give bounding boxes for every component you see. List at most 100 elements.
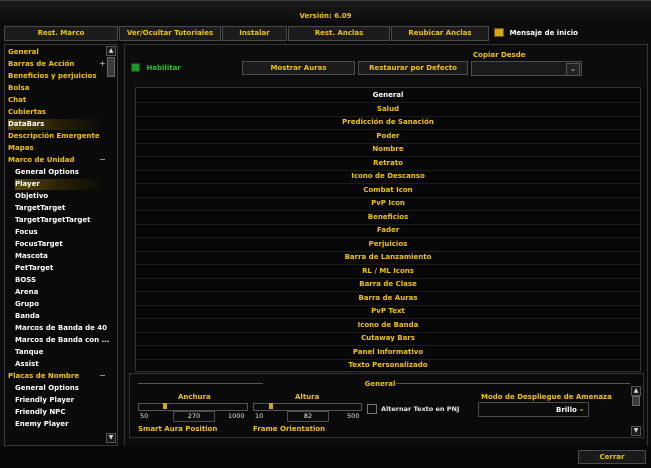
tab-reset-frame[interactable]: Rest. Marco [4, 26, 118, 41]
close-button[interactable]: Cerrar [578, 450, 646, 464]
list-item-debuffs[interactable]: Perjuicios [136, 238, 640, 252]
list-item-custom-text[interactable]: Texto Personalizado [136, 359, 640, 372]
sidebar-item-friendly-npc[interactable]: Friendly NPC [15, 407, 65, 418]
list-item-power[interactable]: Poder [136, 130, 640, 144]
sidebar-item-general[interactable]: General [8, 47, 39, 58]
title-bar[interactable]: Versión: 6.09 [0, 1, 651, 23]
collapse-icon[interactable]: − [99, 371, 106, 380]
sidebar-item-targettargettarget[interactable]: TargetTargetTarget [15, 215, 90, 226]
tab-install[interactable]: Instalar [222, 26, 287, 41]
startup-message-toggle[interactable]: Mensaje de inicio [494, 28, 578, 37]
list-item-classbar[interactable]: Barra de Clase [136, 278, 640, 292]
smart-aura-label: Smart Aura Position [138, 425, 218, 433]
divider [396, 383, 630, 384]
chevron-down-icon[interactable]: ⌄ [578, 404, 585, 413]
sidebar-item-np-general[interactable]: General Options [15, 383, 79, 394]
version-title: Versión: 6.09 [299, 12, 352, 20]
width-value-input[interactable]: 270 [173, 411, 215, 422]
general-panel: General Anchura 50 270 1000 Altura 10 82… [129, 373, 644, 438]
frame-orientation-label: Frame Orientation [253, 425, 326, 433]
enable-label: Habilitar [146, 63, 181, 72]
sidebar-item-assist[interactable]: Assist [15, 359, 39, 370]
list-item-fader[interactable]: Fader [136, 224, 640, 238]
sidebar-item-action-bars[interactable]: Barras de Acción [8, 59, 74, 70]
enable-toggle[interactable]: Habilitar [131, 63, 181, 72]
list-item-aurabar[interactable]: Barra de Auras [136, 292, 640, 306]
list-item-portrait[interactable]: Retrato [136, 157, 640, 171]
list-item-pvp-icon[interactable]: PvP Icon [136, 197, 640, 211]
sidebar-item-maps[interactable]: Mapas [8, 143, 34, 154]
elvui-config-window: Versión: 6.09 Rest. Marco Ver/Ocultar Tu… [0, 0, 651, 468]
threat-mode-value: Brillo [556, 406, 577, 414]
sidebar-item-databars[interactable]: DataBars [8, 119, 103, 130]
expand-icon[interactable]: + [99, 59, 106, 68]
tab-toggle-tutorials[interactable]: Ver/Ocultar Tutoriales [119, 26, 221, 41]
sidebar-item-focus[interactable]: Focus [15, 227, 38, 238]
height-label: Altura [295, 393, 320, 401]
list-item-pvp-text[interactable]: PvP Text [136, 305, 640, 319]
width-max: 1000 [228, 412, 245, 420]
alt-text-checkbox[interactable] [367, 404, 377, 414]
sidebar-item-arena[interactable]: Arena [15, 287, 38, 298]
list-item-resting-icon[interactable]: Icono de Descanso [136, 170, 640, 184]
list-header: General [136, 89, 640, 103]
sidebar-item-raid[interactable]: Banda [15, 311, 40, 322]
sidebar-item-boss[interactable]: BOSS [15, 275, 36, 286]
sidebar-item-uf-general[interactable]: General Options [15, 167, 79, 178]
width-slider[interactable] [138, 403, 248, 411]
scroll-up-icon[interactable]: ▲ [631, 386, 641, 396]
sidebar-scroll-thumb[interactable] [107, 57, 115, 77]
copy-from-dropdown[interactable]: ⌄ [471, 61, 582, 76]
sidebar-item-targettarget[interactable]: TargetTarget [15, 203, 65, 214]
list-item-heal-prediction[interactable]: Predicción de Sanación [136, 116, 640, 130]
startup-checkbox[interactable] [494, 28, 504, 37]
height-slider[interactable] [253, 403, 362, 411]
list-item-health[interactable]: Salud [136, 103, 640, 117]
list-item-buffs[interactable]: Beneficios [136, 211, 640, 225]
sidebar-item-cooldowns[interactable]: Cubiertas [8, 107, 46, 118]
scroll-up-icon[interactable]: ▲ [106, 46, 116, 56]
sidebar-item-nameplates[interactable]: Placas de Nombre [8, 371, 79, 382]
width-slider-knob[interactable] [162, 403, 167, 409]
sidebar-item-focustarget[interactable]: FocusTarget [15, 239, 63, 250]
sidebar-item-pet[interactable]: Mascota [15, 251, 48, 262]
list-item-info-panel[interactable]: Panel Informativo [136, 346, 640, 360]
panel-scroll-thumb[interactable] [632, 396, 640, 406]
sidebar-item-target[interactable]: Objetivo [15, 191, 48, 202]
sidebar-item-chat[interactable]: Chat [8, 95, 26, 106]
list-item-combat-icon[interactable]: Combat Icon [136, 184, 640, 198]
sidebar-item-raid40[interactable]: Marcos de Banda de 40 [15, 323, 107, 334]
sidebar-item-party[interactable]: Grupo [15, 299, 39, 310]
scroll-down-icon[interactable]: ▼ [631, 426, 641, 436]
sidebar-item-auras[interactable]: Beneficios y perjuicios [8, 71, 96, 82]
width-min: 50 [140, 412, 149, 420]
sidebar-item-enemy-player[interactable]: Enemy Player [15, 419, 69, 430]
collapse-icon[interactable]: − [99, 155, 106, 164]
enable-checkbox[interactable] [131, 63, 140, 72]
sidebar-item-tank[interactable]: Tanque [15, 347, 43, 358]
tab-move-anchors[interactable]: Reubicar Anclas [391, 26, 489, 41]
show-auras-button[interactable]: Mostrar Auras [242, 61, 355, 75]
restore-default-button[interactable]: Restaurar por Defecto [358, 61, 468, 75]
sidebar-item-pettarget[interactable]: PetTarget [15, 263, 53, 274]
sidebar-item-unitframes[interactable]: Marco de Unidad [8, 155, 75, 166]
chevron-down-icon[interactable]: ⌄ [566, 63, 580, 76]
sidebar-item-raidpet[interactable]: Marcos de Banda con ... [15, 335, 109, 346]
threat-mode-dropdown[interactable]: Brillo ⌄ [478, 402, 589, 417]
tab-reset-anchors[interactable]: Rest. Anclas [288, 26, 390, 41]
list-item-castbar[interactable]: Barra de Lanzamiento [136, 251, 640, 265]
height-value-input[interactable]: 82 [287, 411, 329, 422]
settings-list: General Salud Predicción de Sanación Pod… [135, 87, 641, 372]
scroll-down-icon[interactable]: ▼ [106, 433, 116, 443]
list-item-name[interactable]: Nombre [136, 143, 640, 157]
sidebar-item-friendly-player[interactable]: Friendly Player [15, 395, 74, 406]
list-item-raid-icon[interactable]: Icono de Banda [136, 319, 640, 333]
sidebar-item-player[interactable]: Player [15, 179, 103, 190]
list-item-rl-ml-icons[interactable]: RL / ML Icons [136, 265, 640, 279]
footer: Cerrar [0, 446, 651, 468]
height-min: 10 [255, 412, 264, 420]
height-slider-knob[interactable] [269, 403, 274, 409]
sidebar-item-bags[interactable]: Bolsa [8, 83, 29, 94]
sidebar-item-tooltip[interactable]: Descripción Emergente [8, 131, 100, 142]
list-item-cutaway-bars[interactable]: Cutaway Bars [136, 332, 640, 346]
